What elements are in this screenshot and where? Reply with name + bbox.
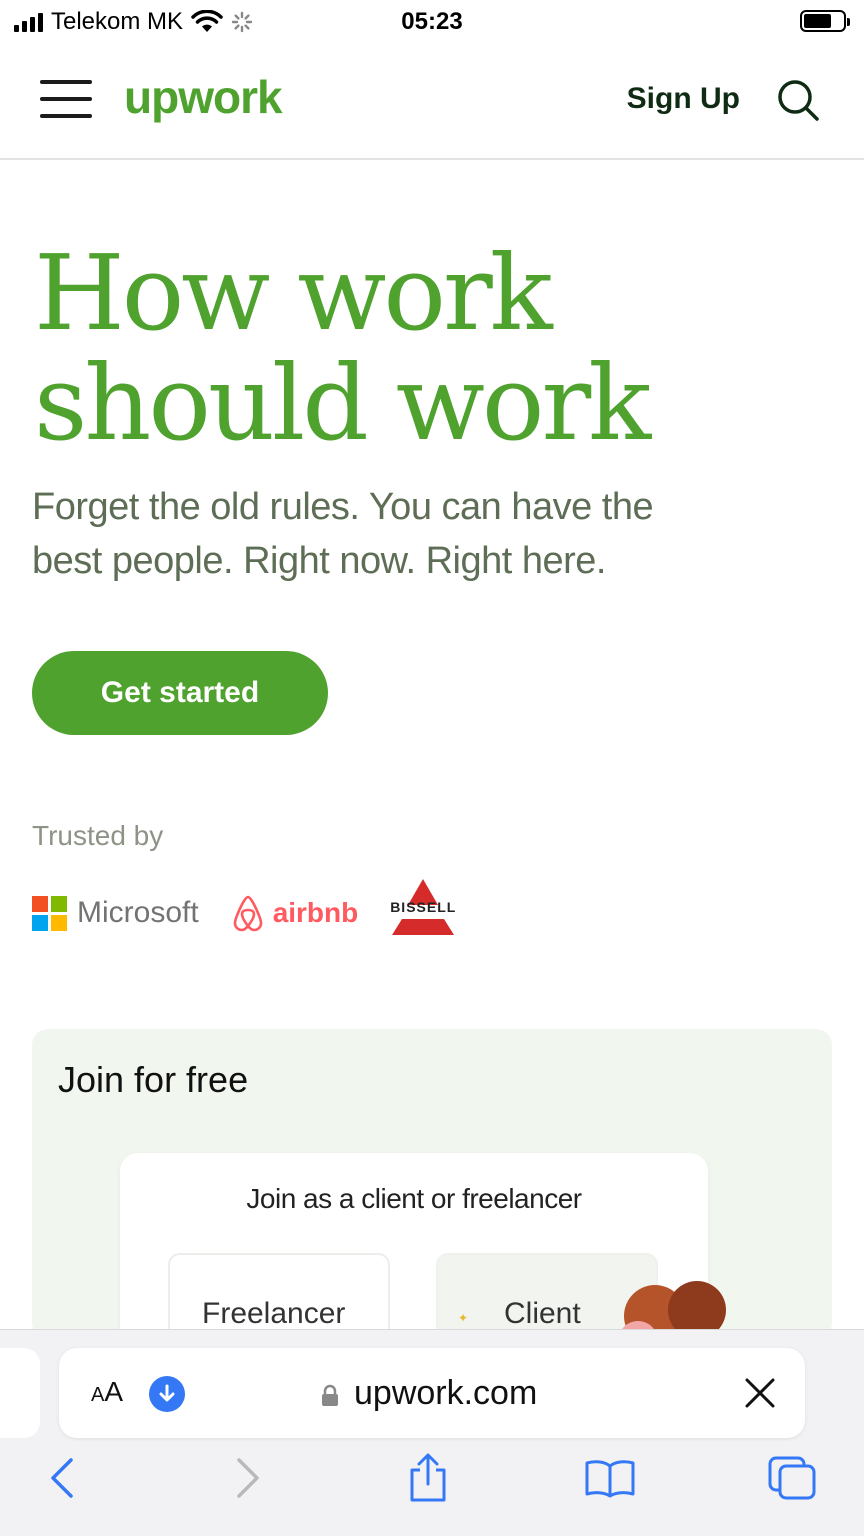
join-card: Join for free Join as a client or freela…: [32, 1029, 832, 1339]
previous-tab-preview[interactable]: [0, 1348, 40, 1438]
trusted-logos: Microsoft airbnb BISSELL: [32, 877, 458, 949]
bookmarks-icon[interactable]: [580, 1448, 640, 1508]
hero-title-line: How work: [34, 232, 553, 354]
close-icon[interactable]: [741, 1374, 779, 1412]
join-options-card: Join as a client or freelancer Freelance…: [120, 1153, 726, 1339]
microsoft-wordmark: Microsoft: [77, 896, 199, 929]
battery-icon: [800, 10, 850, 32]
get-started-button[interactable]: Get started: [32, 651, 328, 735]
lock-icon: [322, 1384, 338, 1406]
aa-small: A: [91, 1384, 105, 1406]
freelancer-label: Freelancer: [202, 1297, 346, 1330]
reader-settings-button[interactable]: AA: [91, 1376, 123, 1408]
address-bar[interactable]: AA upwork.com: [59, 1348, 805, 1438]
aa-large: A: [104, 1376, 124, 1407]
site-header: upwork Sign Up: [0, 44, 864, 160]
search-icon[interactable]: [776, 78, 820, 122]
sparkle-icon: ✦: [458, 1311, 469, 1325]
freelancer-option[interactable]: Freelancer: [168, 1253, 390, 1339]
back-icon[interactable]: [32, 1448, 92, 1508]
hero-subtitle: Forget the old rules. You can have the b…: [32, 480, 812, 588]
join-title: Join for free: [58, 1059, 249, 1100]
join-options-title: Join as a client or freelancer: [246, 1183, 582, 1214]
hero-subtitle-line: best people. Right now. Right here.: [32, 540, 607, 582]
tabs-icon[interactable]: [762, 1448, 822, 1508]
microsoft-logo: Microsoft: [32, 895, 199, 931]
browser-toolbar: AA upwork.com: [0, 1329, 864, 1536]
trusted-by-label: Trusted by: [32, 820, 164, 851]
airbnb-logo: airbnb: [229, 893, 359, 933]
upwork-logo[interactable]: upwork: [124, 70, 283, 124]
forward-icon[interactable]: [218, 1448, 278, 1508]
hero-title: How work should work: [34, 238, 834, 458]
microsoft-squares-icon: [32, 895, 67, 931]
download-icon[interactable]: [149, 1376, 185, 1412]
status-bar: Telekom MK 05:23: [0, 0, 864, 44]
bissell-wordmark: BISSELL: [390, 899, 457, 915]
hero-title-line: should work: [34, 342, 651, 464]
hamburger-menu-icon[interactable]: [40, 80, 92, 118]
clock: 05:23: [401, 8, 463, 35]
airbnb-wordmark: airbnb: [272, 897, 359, 928]
airbnb-belo-icon: [233, 895, 262, 932]
client-label: Client: [504, 1297, 581, 1330]
bissell-logo: BISSELL: [388, 877, 458, 949]
sign-up-link[interactable]: Sign Up: [627, 82, 740, 116]
url-text[interactable]: upwork.com: [354, 1374, 537, 1413]
hero-subtitle-line: Forget the old rules. You can have the: [32, 486, 654, 528]
share-icon[interactable]: [398, 1448, 458, 1508]
